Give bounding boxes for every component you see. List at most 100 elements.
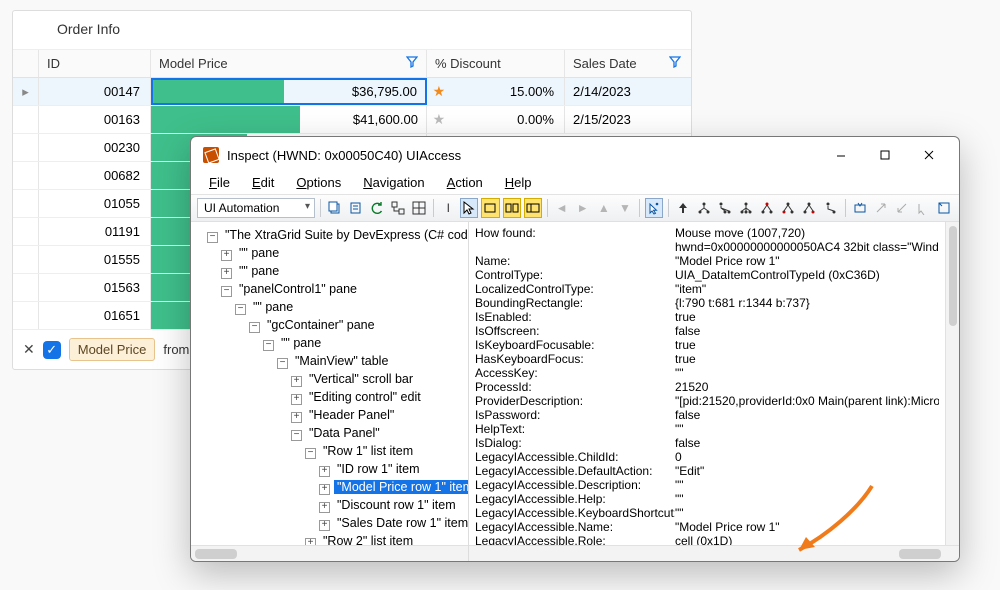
- tree-item[interactable]: "MainView" table: [292, 354, 391, 368]
- cell-model-price[interactable]: $36,795.00: [151, 78, 427, 105]
- property-row[interactable]: IsOffscreen:false: [475, 324, 939, 338]
- tree-item[interactable]: "" pane: [236, 246, 282, 260]
- property-row[interactable]: LocalizedControlType:"item": [475, 282, 939, 296]
- tree-expand-icon[interactable]: +: [319, 484, 330, 495]
- text-select-icon[interactable]: I: [439, 198, 457, 218]
- tree-item[interactable]: "Data Panel": [306, 426, 383, 440]
- property-row[interactable]: ControlType:UIA_DataItemControlTypeId (0…: [475, 268, 939, 282]
- tree-expand-icon[interactable]: +: [221, 268, 232, 279]
- props-h-scrollbar[interactable]: [469, 545, 959, 561]
- menu-action[interactable]: Action: [437, 173, 493, 192]
- cell-id[interactable]: 00163: [39, 106, 151, 133]
- tree-expand-icon[interactable]: +: [291, 394, 302, 405]
- property-row[interactable]: LegacyIAccessible.DefaultAction:"Edit": [475, 464, 939, 478]
- tree-item[interactable]: "Header Panel": [306, 408, 397, 422]
- grid-view-icon[interactable]: [410, 198, 428, 218]
- property-row[interactable]: IsDialog:false: [475, 436, 939, 450]
- cell-discount[interactable]: 15.00%: [451, 78, 564, 105]
- copy-tree-icon[interactable]: [347, 198, 365, 218]
- nav-back-icon[interactable]: ◄: [553, 198, 571, 218]
- tree-item[interactable]: "" pane: [250, 300, 296, 314]
- cell-id[interactable]: 01563: [39, 274, 151, 301]
- property-row[interactable]: AccessKey:"": [475, 366, 939, 380]
- nav-alt2-icon[interactable]: [822, 198, 840, 218]
- watch-cursor-icon[interactable]: [645, 198, 663, 218]
- nav-up-icon[interactable]: ▲: [595, 198, 613, 218]
- copy-icon[interactable]: [326, 198, 344, 218]
- focus-cursor-icon[interactable]: [914, 198, 932, 218]
- cell-sales-date[interactable]: 2/15/2023: [565, 106, 689, 133]
- tree-item[interactable]: "Row 1" list item: [320, 444, 416, 458]
- capture-rect-icon[interactable]: [935, 198, 953, 218]
- tree-collapse-icon[interactable]: −: [249, 322, 260, 333]
- property-row[interactable]: LegacyIAccessible.KeyboardShortcut:"": [475, 506, 939, 520]
- property-row[interactable]: Name:"Model Price row 1": [475, 254, 939, 268]
- tree-item[interactable]: "" pane: [236, 264, 282, 278]
- property-row[interactable]: LegacyIAccessible.Name:"Model Price row …: [475, 520, 939, 534]
- minimize-button[interactable]: [821, 143, 861, 167]
- col-header-sales[interactable]: Sales Date: [565, 50, 689, 77]
- tree-collapse-icon[interactable]: −: [235, 304, 246, 315]
- nav-forward-icon[interactable]: ►: [574, 198, 592, 218]
- tree-collapse-icon[interactable]: −: [291, 430, 302, 441]
- refresh-icon[interactable]: [368, 198, 386, 218]
- property-row[interactable]: LegacyIAccessible.Role:cell (0x1D): [475, 534, 939, 545]
- tree-item[interactable]: "Row 2" list item: [320, 534, 416, 545]
- collapse-icon[interactable]: [893, 198, 911, 218]
- highlight-caret-icon[interactable]: [524, 198, 542, 218]
- property-row[interactable]: How found:Mouse move (1007,720): [475, 226, 939, 240]
- tree-expand-icon[interactable]: +: [221, 250, 232, 261]
- funnel-icon[interactable]: [669, 56, 681, 71]
- table-row[interactable]: 00163$41,600.00★0.00%2/15/2023: [13, 106, 691, 134]
- expand-icon[interactable]: [872, 198, 890, 218]
- filter-chip[interactable]: Model Price: [69, 338, 156, 361]
- col-header-id[interactable]: ID: [39, 50, 151, 77]
- cell-id[interactable]: 01651: [39, 302, 151, 329]
- property-row[interactable]: LegacyIAccessible.Help:"": [475, 492, 939, 506]
- tree-collapse-icon[interactable]: −: [263, 340, 274, 351]
- nav-children-icon[interactable]: [695, 198, 713, 218]
- framework-combo[interactable]: UI Automation: [197, 198, 315, 218]
- property-row[interactable]: LegacyIAccessible.Description:"": [475, 478, 939, 492]
- highlight-bounds-icon[interactable]: [503, 198, 521, 218]
- tree-item[interactable]: "" pane: [278, 336, 324, 350]
- nav-prev-sibling-icon[interactable]: [737, 198, 755, 218]
- nav-down-icon[interactable]: ▼: [616, 198, 634, 218]
- tree-item[interactable]: "The XtraGrid Suite by DevExpress (C# co…: [222, 228, 468, 242]
- menu-options[interactable]: Options: [286, 173, 351, 192]
- cursor-icon[interactable]: [460, 198, 478, 218]
- property-row[interactable]: ProcessId:21520: [475, 380, 939, 394]
- nav-first-sibling-icon[interactable]: [716, 198, 734, 218]
- props-v-scrollbar[interactable]: [945, 222, 959, 545]
- tree-item[interactable]: "panelControl1" pane: [236, 282, 360, 296]
- property-row[interactable]: IsKeyboardFocusable:true: [475, 338, 939, 352]
- tree-item[interactable]: "Discount row 1" item: [334, 498, 459, 512]
- nav-last-sibling-icon[interactable]: [779, 198, 797, 218]
- close-icon[interactable]: ✕: [23, 341, 35, 358]
- tree-collapse-icon[interactable]: −: [305, 448, 316, 459]
- window-titlebar[interactable]: Inspect (HWND: 0x00050C40) UIAccess: [191, 137, 959, 171]
- property-row[interactable]: LegacyIAccessible.ChildId:0: [475, 450, 939, 464]
- tree-expand-icon[interactable]: +: [319, 466, 330, 477]
- star-icon[interactable]: ★: [427, 78, 451, 105]
- cell-id[interactable]: 01055: [39, 190, 151, 217]
- tree-item[interactable]: "Editing control" edit: [306, 390, 424, 404]
- tree-collapse-icon[interactable]: −: [221, 286, 232, 297]
- cell-id[interactable]: 00682: [39, 162, 151, 189]
- property-row[interactable]: HasKeyboardFocus:true: [475, 352, 939, 366]
- property-row[interactable]: IsEnabled:true: [475, 310, 939, 324]
- col-header-discount[interactable]: % Discount: [427, 50, 565, 77]
- cell-id[interactable]: 00230: [39, 134, 151, 161]
- tree-pane[interactable]: − "The XtraGrid Suite by DevExpress (C# c…: [191, 222, 469, 561]
- cell-id[interactable]: 01191: [39, 218, 151, 245]
- tree-collapse-icon[interactable]: −: [277, 358, 288, 369]
- funnel-icon[interactable]: [406, 56, 418, 71]
- nav-next-sibling-icon[interactable]: [758, 198, 776, 218]
- cell-sales-date[interactable]: 2/14/2023: [565, 78, 689, 105]
- nav-parent-icon[interactable]: [674, 198, 692, 218]
- property-row[interactable]: HelpText:"": [475, 422, 939, 436]
- property-row[interactable]: IsPassword:false: [475, 408, 939, 422]
- tree-expand-icon[interactable]: +: [319, 520, 330, 531]
- tree-expand-icon[interactable]: +: [291, 412, 302, 423]
- property-row[interactable]: BoundingRectangle:{l:790 t:681 r:1344 b:…: [475, 296, 939, 310]
